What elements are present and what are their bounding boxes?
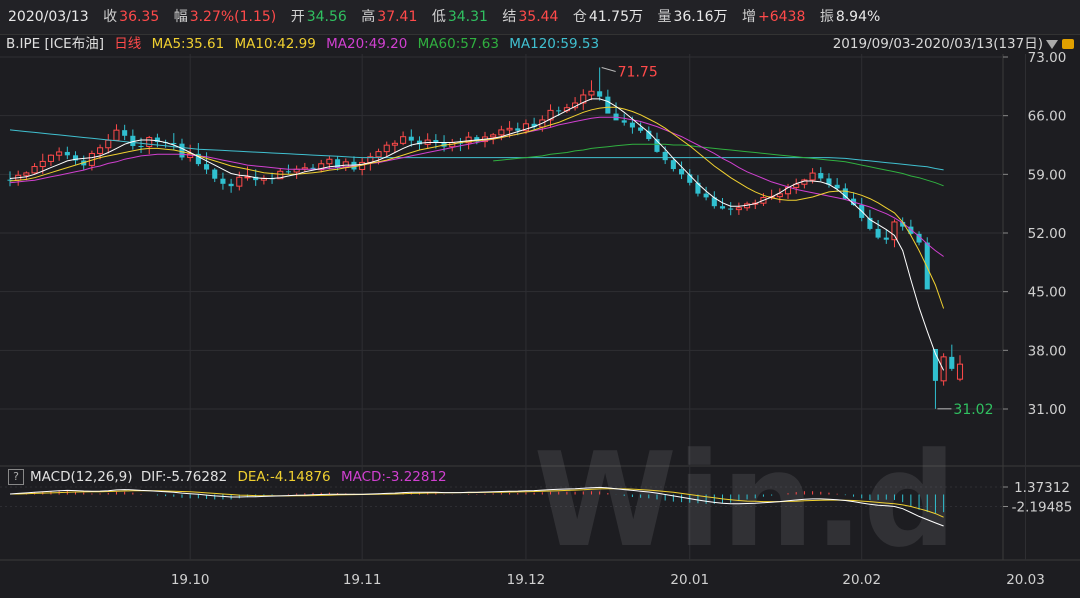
candle-body (703, 193, 709, 198)
candle-body (433, 140, 439, 143)
candle-body (64, 151, 70, 156)
candle-body (326, 158, 333, 165)
candle-body (940, 356, 947, 382)
candle-body (818, 173, 824, 179)
candle-body (236, 176, 243, 187)
annotation-pointer (601, 66, 616, 72)
candle-body (605, 96, 611, 114)
candle-body (728, 208, 734, 210)
candle-body (39, 160, 46, 168)
candle-body (56, 151, 63, 156)
candlestick-series (7, 67, 964, 409)
candle-body (597, 91, 603, 97)
candle-body (719, 206, 726, 209)
time-tick-label: 19.12 (507, 572, 546, 588)
macd-legend: ? MACD(12,26,9) DIF:-5.76282 DEA:-4.14876… (8, 467, 447, 487)
candle-body (695, 182, 701, 194)
macd-axis: 1.37312 -2.19485 (1003, 480, 1072, 516)
candle-body (47, 154, 54, 162)
candle-body (842, 188, 848, 199)
help-icon[interactable]: ? (8, 469, 24, 485)
annotation-label: 31.02 (953, 402, 993, 418)
candle-body (956, 363, 964, 380)
macd-tick-label: 1.37312 (1014, 480, 1070, 496)
candle-body (621, 120, 627, 123)
price-tick-label: 38.00 (1028, 343, 1067, 359)
candle-body (670, 160, 676, 170)
chart-canvas: Win.d 71.75 31.02 73.00 66.00 59.00 52.00 45.… (0, 50, 1080, 588)
price-axis: 73.00 66.00 59.00 52.00 45.00 38.00 31.00 (1003, 50, 1066, 418)
macd-value-label: MACD:-3.22812 (340, 469, 447, 485)
candle-body (113, 129, 120, 141)
candle-body (515, 128, 521, 131)
candle-body (146, 137, 153, 148)
macd-name-label: MACD(12,26,9) (30, 469, 133, 485)
candle-body (220, 178, 226, 184)
candle-body (408, 136, 414, 141)
price-tick-label: 52.00 (1028, 226, 1067, 242)
time-tick-label: 20.03 (1006, 572, 1045, 588)
candle-body (735, 207, 742, 211)
time-tick-label: 20.02 (842, 572, 881, 588)
candle-body (138, 146, 144, 148)
price-tick-label: 45.00 (1028, 285, 1067, 301)
candle-body (400, 136, 407, 144)
price-tick-label: 31.00 (1028, 402, 1067, 418)
candle-body (662, 151, 668, 161)
candle-body (629, 122, 635, 128)
candle-body (391, 142, 398, 146)
candle-body (171, 142, 177, 144)
candle-body (949, 356, 955, 369)
candle-body (588, 90, 595, 96)
candle-body (179, 143, 185, 158)
dif-label: DIF:-5.76282 (140, 469, 228, 485)
candle-body (105, 139, 112, 149)
candle-body (122, 130, 128, 136)
time-tick-label: 20.01 (670, 572, 709, 588)
ma5-line (9, 98, 945, 371)
watermark: Win.d (534, 424, 957, 576)
time-tick-label: 19.11 (343, 572, 382, 588)
candle-body (883, 237, 889, 240)
candle-body (556, 110, 562, 112)
ma60-line (493, 143, 944, 187)
candle-body (809, 172, 816, 181)
candle-body (498, 129, 505, 136)
candle-body (891, 221, 898, 241)
moving-average-series (9, 98, 945, 371)
candle-body (31, 166, 38, 174)
candle-body (490, 134, 497, 138)
price-tick-label: 73.00 (1028, 50, 1067, 66)
macd-tick-label: -2.19485 (1012, 500, 1073, 516)
candle-body (228, 183, 234, 187)
price-tick-label: 59.00 (1028, 167, 1067, 183)
dea-label: DEA:-4.14876 (237, 469, 331, 485)
annotation-label: 71.75 (618, 64, 658, 80)
time-tick-label: 19.10 (171, 572, 210, 588)
candle-body (679, 169, 685, 175)
candle-body (638, 127, 644, 131)
candle-body (375, 151, 382, 158)
candle-body (383, 144, 390, 153)
candle-body (204, 164, 210, 170)
candle-body (212, 169, 218, 179)
candle-body (875, 228, 881, 238)
candle-body (244, 176, 251, 179)
candle-body (285, 171, 291, 173)
candle-body (23, 172, 30, 176)
candle-body (506, 127, 513, 131)
candle-body (97, 147, 104, 154)
candle-body (924, 242, 930, 290)
price-tick-label: 66.00 (1028, 109, 1067, 125)
